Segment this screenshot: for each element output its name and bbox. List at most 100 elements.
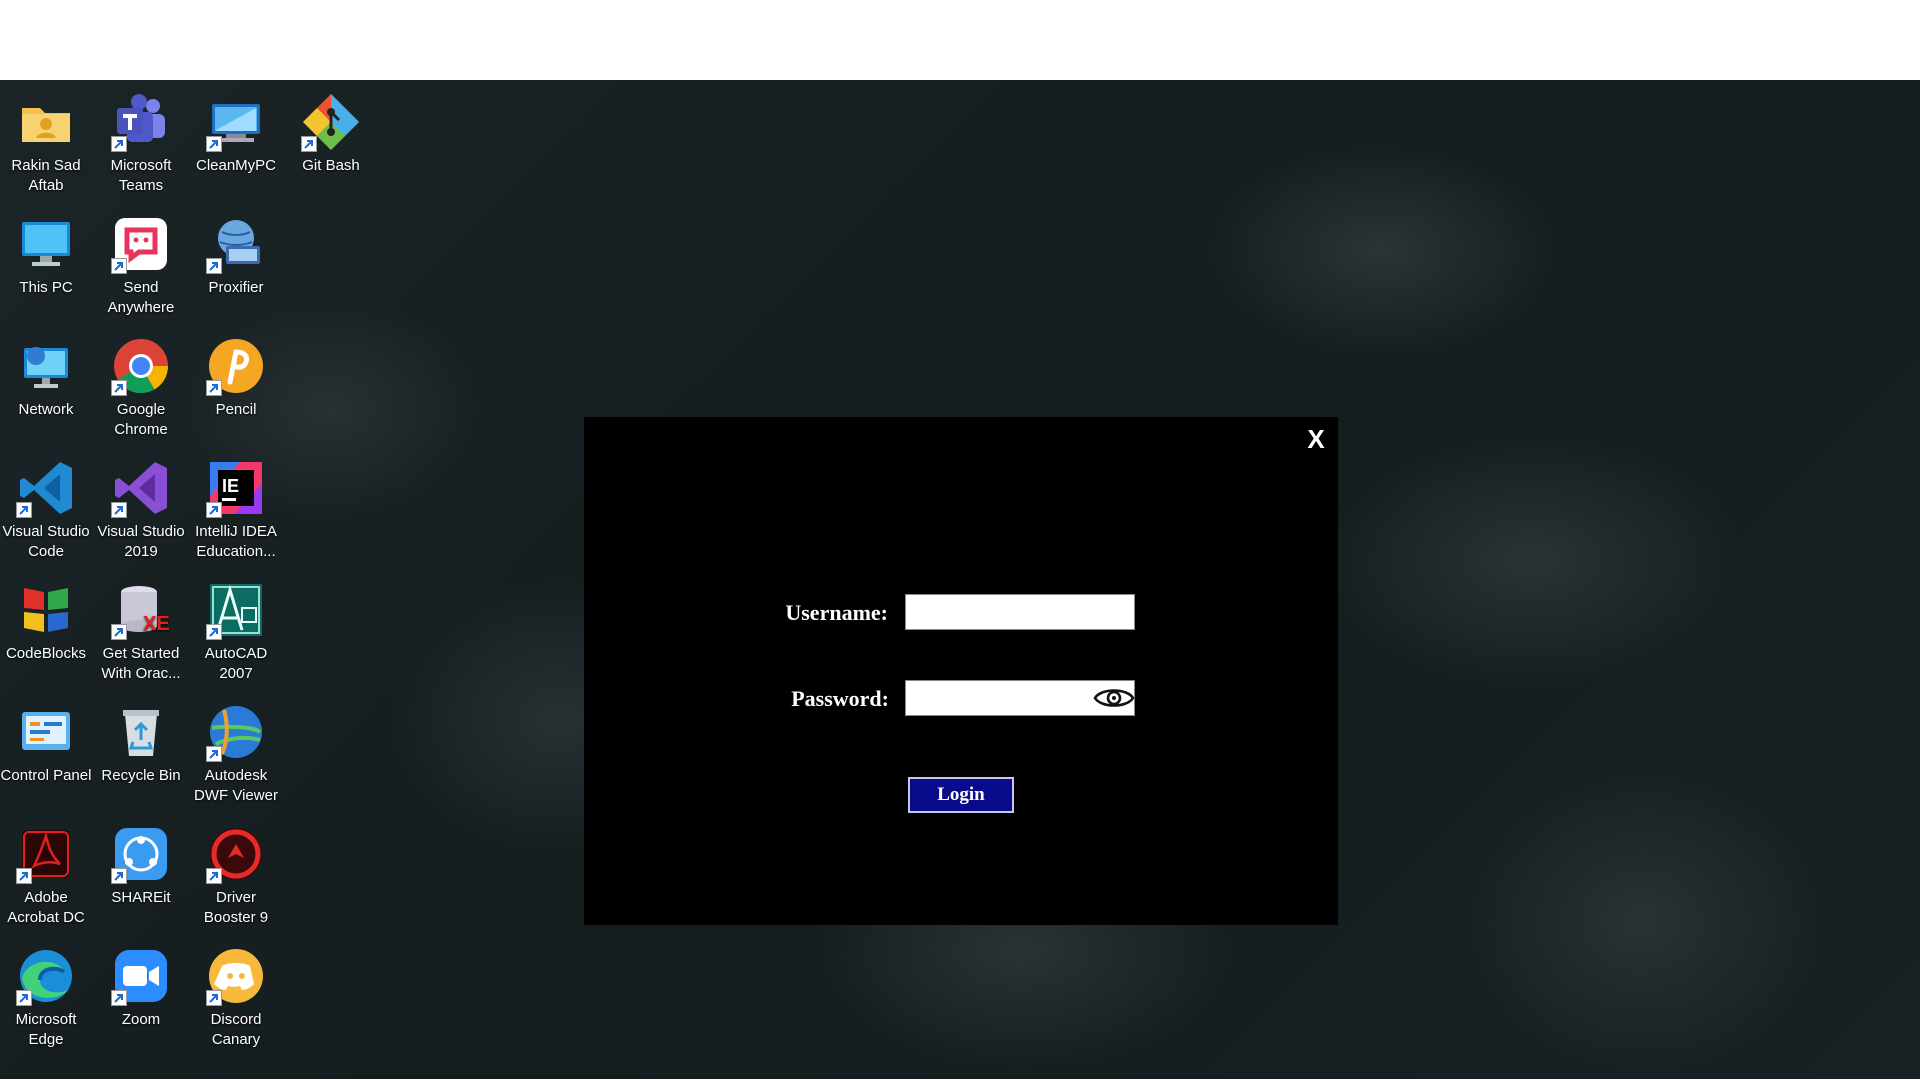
- shortcut-arrow-icon: [301, 136, 317, 152]
- desktop-icon-cleanmypc[interactable]: CleanMyPC: [190, 90, 282, 176]
- desktop-icon-this-pc[interactable]: This PC: [0, 212, 92, 298]
- shortcut-arrow-icon: [206, 380, 222, 396]
- icon-label: Microsoft Edge: [15, 1011, 77, 1048]
- desktop-icon-intellij[interactable]: IE IntelliJ IDEA Education...: [190, 456, 282, 562]
- codeblocks-icon: [14, 578, 78, 642]
- icon-label: Microsoft Teams: [110, 157, 172, 194]
- icon-label: Get Started With Orac...: [101, 645, 181, 682]
- desktop-icon-git-bash[interactable]: Git Bash: [285, 90, 377, 176]
- oracle-xe-icon: XE: [109, 578, 173, 642]
- login-button[interactable]: Login: [908, 777, 1014, 813]
- shortcut-arrow-icon: [16, 502, 32, 518]
- desktop-wallpaper: Rakin Sad Aftab This PC Network Visual S…: [0, 80, 1920, 1079]
- desktop-icon-driver-booster[interactable]: Driver Booster 9: [190, 822, 282, 928]
- shortcut-arrow-icon: [111, 380, 127, 396]
- recycle-bin-icon: [109, 700, 173, 764]
- network-icon: [14, 334, 78, 398]
- icon-label: AutoCAD 2007: [204, 645, 268, 682]
- desktop-icon-discord-canary[interactable]: Discord Canary: [190, 944, 282, 1050]
- icon-label: Driver Booster 9: [203, 889, 269, 926]
- desktop-icon-send-anywhere[interactable]: Send Anywhere: [95, 212, 187, 318]
- shortcut-arrow-icon: [111, 502, 127, 518]
- shareit-icon: [109, 822, 173, 886]
- discord-icon: [204, 944, 268, 1008]
- driver-booster-icon: [204, 822, 268, 886]
- shortcut-arrow-icon: [111, 258, 127, 274]
- autocad-icon: [204, 578, 268, 642]
- desktop-icon-dwf-viewer[interactable]: Autodesk DWF Viewer: [190, 700, 282, 806]
- visual-studio-icon: [109, 456, 173, 520]
- icon-label: Adobe Acrobat DC: [7, 889, 85, 926]
- icon-label: CodeBlocks: [5, 645, 87, 662]
- shortcut-arrow-icon: [16, 868, 32, 884]
- desktop-icon-oracle-xe[interactable]: XE Get Started With Orac...: [95, 578, 187, 684]
- username-field[interactable]: [905, 594, 1135, 630]
- desktop-icon-visual-studio[interactable]: Visual Studio 2019: [95, 456, 187, 562]
- desktop-icon-vscode[interactable]: Visual Studio Code: [0, 456, 92, 562]
- icon-label: Send Anywhere: [107, 279, 175, 316]
- shortcut-arrow-icon: [206, 136, 222, 152]
- icon-label: Recycle Bin: [101, 767, 181, 784]
- pencil-app-icon: [204, 334, 268, 398]
- icon-label: Autodesk DWF Viewer: [194, 767, 278, 804]
- desktop-icon-rakin-sad-aftab[interactable]: Rakin Sad Aftab: [0, 90, 92, 196]
- desktop-icon-autocad[interactable]: AutoCAD 2007: [190, 578, 282, 684]
- desktop-icon-teams[interactable]: Microsoft Teams: [95, 90, 187, 196]
- desktop-icon-shareit[interactable]: SHAREit: [95, 822, 187, 908]
- desktop-icon-proxifier[interactable]: Proxifier: [190, 212, 282, 298]
- desktop-icon-codeblocks[interactable]: CodeBlocks: [0, 578, 92, 664]
- acrobat-icon: [14, 822, 78, 886]
- shortcut-arrow-icon: [206, 624, 222, 640]
- shortcut-arrow-icon: [206, 990, 222, 1006]
- icon-label: Zoom: [121, 1011, 161, 1028]
- icon-label: Network: [18, 401, 74, 418]
- shortcut-arrow-icon: [16, 990, 32, 1006]
- desktop-icon-network[interactable]: Network: [0, 334, 92, 420]
- password-label: Password:: [791, 686, 889, 711]
- icon-label: Git Bash: [302, 157, 360, 174]
- shortcut-arrow-icon: [111, 136, 127, 152]
- shortcut-arrow-icon: [206, 258, 222, 274]
- close-button[interactable]: X: [1298, 421, 1334, 457]
- icon-label: Visual Studio Code: [2, 523, 90, 560]
- vscode-icon: [14, 456, 78, 520]
- desktop-icon-recycle-bin[interactable]: Recycle Bin: [95, 700, 187, 786]
- icon-label: IntelliJ IDEA Education...: [195, 523, 277, 560]
- proxifier-icon: [204, 212, 268, 276]
- svg-text:IE: IE: [222, 476, 239, 496]
- cleanmypc-icon: [204, 90, 268, 154]
- desktop-icon-zoom[interactable]: Zoom: [95, 944, 187, 1030]
- icon-label: Control Panel: [0, 767, 92, 784]
- username-label: Username:: [785, 600, 888, 625]
- intellij-icon: IE: [204, 456, 268, 520]
- icon-label: This PC: [19, 279, 73, 296]
- chrome-icon: [109, 334, 173, 398]
- shortcut-arrow-icon: [111, 624, 127, 640]
- teams-icon: [109, 90, 173, 154]
- icon-label: Visual Studio 2019: [97, 523, 185, 560]
- icon-label: Proxifier: [208, 279, 264, 296]
- icon-label: CleanMyPC: [195, 157, 277, 174]
- edge-icon: [14, 944, 78, 1008]
- icon-label: Pencil: [215, 401, 257, 418]
- zoom-icon: [109, 944, 173, 1008]
- desktop-icon-acrobat[interactable]: Adobe Acrobat DC: [0, 822, 92, 928]
- svg-text:XE: XE: [143, 613, 170, 635]
- desktop-icon-edge[interactable]: Microsoft Edge: [0, 944, 92, 1050]
- shortcut-arrow-icon: [111, 868, 127, 884]
- desktop-icon-control-panel[interactable]: Control Panel: [0, 700, 92, 786]
- user-folder-icon: [14, 90, 78, 154]
- eye-icon[interactable]: [1093, 683, 1135, 713]
- icon-label: Google Chrome: [114, 401, 168, 438]
- icon-label: Discord Canary: [210, 1011, 262, 1048]
- shortcut-arrow-icon: [206, 502, 222, 518]
- shortcut-arrow-icon: [206, 746, 222, 762]
- icon-label: SHAREit: [111, 889, 171, 906]
- computer-icon: [14, 212, 78, 276]
- desktop-icon-chrome[interactable]: Google Chrome: [95, 334, 187, 440]
- login-dialog: X Username: Password: Login: [584, 417, 1338, 925]
- dwf-viewer-icon: [204, 700, 268, 764]
- control-panel-icon: [14, 700, 78, 764]
- desktop-icon-pencil[interactable]: Pencil: [190, 334, 282, 420]
- shortcut-arrow-icon: [111, 990, 127, 1006]
